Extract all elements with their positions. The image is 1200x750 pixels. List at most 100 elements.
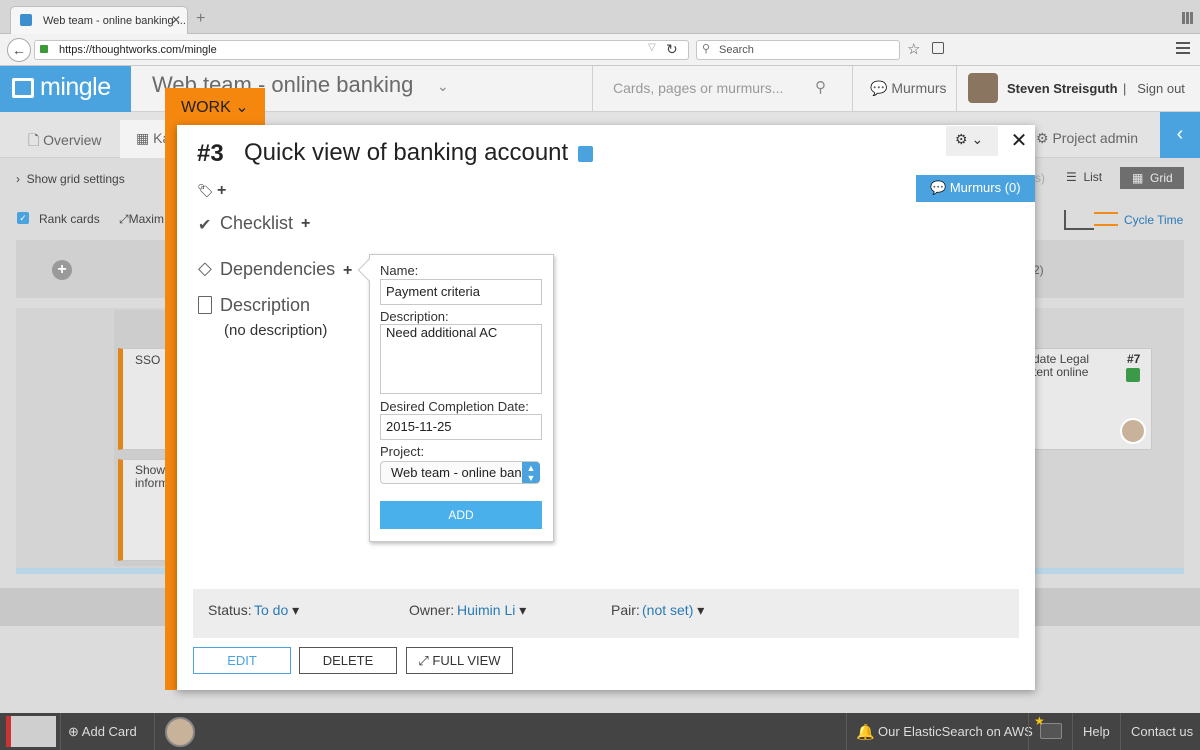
browser-tab-title: Web team - online banking ... — [43, 15, 186, 27]
tab-project-admin[interactable]: ⚙ Project admin — [1036, 130, 1138, 147]
header-divider — [592, 66, 593, 112]
edit-button[interactable]: EDIT — [193, 647, 291, 674]
cycle-time-icon[interactable] — [1094, 212, 1118, 226]
plus-circle-icon: ⊕ — [68, 724, 82, 739]
card-number: #3 — [197, 140, 224, 167]
add-checklist-item-button[interactable]: + — [301, 215, 310, 233]
owner-value: Huimin Li — [457, 602, 516, 618]
name-label: Name: — [380, 263, 419, 278]
contact-link[interactable]: Contact us — [1131, 724, 1193, 739]
add-dependency-button[interactable]: + — [343, 262, 352, 280]
card-type-dropdown[interactable]: WORK ⌄ — [165, 88, 265, 126]
add-tag-button[interactable]: + — [217, 182, 226, 200]
chat-icon: 💬 — [930, 180, 950, 195]
browser-tab[interactable]: Web team - online banking ... — [10, 6, 188, 35]
dependencies-heading: Dependencies — [220, 259, 336, 279]
select-arrows-icon[interactable]: ▲ ▼ — [522, 462, 540, 483]
view-partial-label: s) — [1035, 171, 1045, 185]
rank-cards-checkbox[interactable]: ✓ — [17, 212, 29, 224]
maximize-label: Maxim — [128, 212, 164, 226]
gear-icon: ⚙ — [955, 131, 972, 147]
chat-icon: 💬 — [870, 80, 892, 96]
url-dropdown-icon[interactable]: ▽ — [648, 42, 656, 53]
bell-icon[interactable]: 🔔 — [856, 723, 875, 741]
favicon-icon — [20, 14, 32, 26]
divider — [60, 713, 61, 750]
owner-dropdown[interactable]: Huimin Li ▾ — [457, 602, 526, 619]
user-name[interactable]: Steven Streisguth — [1007, 81, 1118, 96]
browser-search-placeholder: Search — [719, 44, 754, 56]
cycle-time-link[interactable]: Cycle Time — [1124, 213, 1183, 227]
pair-dropdown[interactable]: (not set) ▾ — [642, 602, 704, 619]
chevron-down-icon[interactable]: ⌄ — [437, 78, 449, 95]
sign-out-link[interactable]: | Sign out — [1123, 81, 1185, 96]
help-link[interactable]: Help — [1083, 724, 1110, 739]
hamburger-menu-icon[interactable] — [1176, 42, 1190, 54]
url-bar[interactable]: https://thoughtworks.com/mingle — [34, 40, 689, 60]
chevron-down-icon: ⌄ — [230, 99, 249, 116]
copy-icon[interactable] — [578, 146, 593, 162]
user-avatar[interactable] — [968, 73, 998, 103]
avatar[interactable] — [165, 717, 195, 747]
dependency-name-input[interactable]: Payment criteria — [380, 279, 542, 305]
close-tab-icon[interactable]: ✕ — [171, 13, 181, 27]
search-icon: ⚲ — [702, 43, 711, 55]
sign-out-label: Sign out — [1137, 81, 1185, 96]
dependency-description-textarea[interactable]: Need additional AC — [380, 324, 542, 394]
murmurs-link[interactable]: 💬 Murmurs — [870, 80, 947, 97]
card-settings-button[interactable]: ⚙ ⌄ — [946, 126, 998, 156]
card-title[interactable]: Quick view of banking account — [244, 139, 568, 167]
back-button[interactable]: ← — [7, 38, 31, 62]
collapse-sidebar-button[interactable]: ‹ — [1160, 112, 1200, 158]
card-type-label: WORK — [181, 99, 231, 116]
divider — [1028, 713, 1029, 750]
card-properties — [193, 589, 1019, 638]
grid-label: Grid — [1150, 171, 1173, 185]
search-icon[interactable]: ⚲ — [815, 78, 826, 96]
lock-icon — [40, 45, 48, 53]
star-icon: ★ — [1034, 714, 1045, 728]
show-grid-settings-label: Show grid settings — [26, 172, 125, 186]
bookmark-star-icon[interactable]: ☆ — [907, 40, 920, 58]
card-type-stripe — [165, 125, 177, 690]
maximize-toggle[interactable]: ⤢Maxim — [119, 212, 164, 227]
checkmark-icon: ✔ — [198, 217, 212, 234]
status-label: Status: — [208, 602, 252, 618]
card-tray[interactable] — [6, 716, 56, 747]
browser-search-input[interactable]: Search — [696, 40, 900, 60]
chevron-down-icon: ⌄ — [971, 131, 984, 147]
description-text[interactable]: (no description) — [224, 322, 327, 339]
global-search-input[interactable]: Cards, pages or murmurs... — [613, 80, 783, 96]
caret-down-icon: ▾ — [693, 602, 705, 618]
card-murmurs-button[interactable]: 💬 Murmurs (0) — [916, 175, 1035, 202]
list-view-button[interactable]: ☰ List — [1066, 170, 1102, 184]
new-tab-icon[interactable]: + — [196, 10, 205, 28]
reading-list-icon[interactable] — [932, 42, 944, 54]
close-button[interactable]: ✕ — [1008, 130, 1030, 152]
chart-icon[interactable] — [1064, 210, 1094, 230]
reload-icon[interactable]: ↻ — [666, 41, 678, 58]
dependency-icon: ◇ — [198, 258, 212, 278]
tab-project-admin-label: Project admin — [1052, 130, 1139, 146]
tab-overview[interactable]: 🗋 Overview — [28, 130, 102, 154]
project-select[interactable]: Web team - online banking — [380, 461, 540, 484]
show-grid-settings-toggle[interactable]: › Show grid settings — [16, 172, 125, 186]
add-card-button[interactable]: ⊕ Add Card — [68, 724, 137, 740]
tab-overview-label: Overview — [43, 132, 102, 148]
project-label: Project: — [380, 444, 425, 459]
delete-button[interactable]: DELETE — [299, 647, 397, 674]
card-number[interactable]: #7 — [1127, 352, 1140, 366]
tags-icon: 🏷 — [197, 183, 214, 198]
description-label: Description: — [380, 309, 449, 324]
grid-view-button[interactable]: ▦ Grid — [1120, 167, 1184, 189]
announcement-link[interactable]: Our ElasticSearch on AWS — [878, 724, 1033, 739]
full-view-button[interactable]: ⤢ FULL VIEW — [406, 647, 513, 674]
window-menu-icon[interactable] — [1182, 12, 1194, 24]
status-dropdown[interactable]: To do ▾ — [254, 602, 299, 619]
add-dependency-submit-button[interactable]: ADD — [380, 501, 542, 529]
gear-icon: ⚙ — [1036, 130, 1053, 146]
completion-date-input[interactable]: 2015-11-25 — [380, 414, 542, 440]
grid-icon: ▦ — [136, 130, 154, 146]
avatar — [1120, 418, 1146, 444]
add-lane-icon[interactable]: + — [52, 260, 72, 280]
